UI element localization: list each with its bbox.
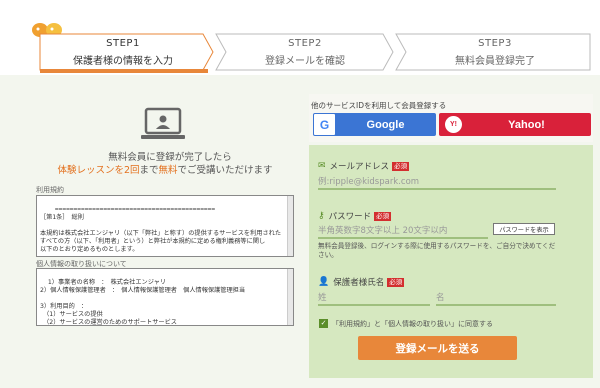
google-login-label: Google: [366, 118, 405, 131]
terms-title: 利用規約: [36, 186, 64, 194]
laptop-icon: [141, 107, 185, 139]
password-placeholder: 半角英数字8文字以上 20文字以内: [318, 226, 448, 236]
yahoo-icon: Y!: [445, 116, 462, 133]
step-1-label: 保護者様の情報を入力: [73, 55, 173, 67]
send-registration-email-button[interactable]: 登録メールを送る: [358, 336, 517, 360]
terms-text: ========================================…: [40, 206, 282, 253]
show-password-button[interactable]: パスワードを表示: [493, 223, 555, 235]
last-name-placeholder: 姓: [318, 293, 327, 303]
first-name-placeholder: 名: [436, 293, 445, 303]
header: STEP1 保護者様の情報を入力 STEP2 登録メールを確認 STEP3 無料…: [0, 0, 600, 75]
key-icon: ⚷: [318, 211, 325, 221]
name-label-text: 保護者様氏名: [333, 278, 385, 288]
intro-line-2: 体験レッスンを2回まで無料でご受講いただけます: [20, 162, 310, 176]
privacy-scrollbar[interactable]: [287, 269, 293, 325]
last-name-input[interactable]: 姓: [318, 288, 430, 306]
step-2-number: STEP2: [288, 37, 322, 49]
step-indicator: STEP1 保護者様の情報を入力 STEP2 登録メールを確認 STEP3 無料…: [38, 33, 598, 73]
step-2: STEP2 登録メールを確認: [220, 33, 390, 71]
person-icon: 👤: [318, 277, 330, 287]
email-label-text: メールアドレス: [329, 162, 390, 172]
step-3-label: 無料会員登録完了: [455, 55, 535, 67]
intro-mid: まで: [139, 165, 159, 176]
terms-scrollbar[interactable]: [287, 196, 293, 256]
google-icon: G: [314, 114, 335, 135]
password-required-badge: 必須: [374, 211, 392, 221]
privacy-textarea[interactable]: 1）事業者の名称 ： 株式会社エンジャリ 2）個人情報保護管理者 ： 個人情報保…: [36, 268, 294, 326]
privacy-text: 1）事業者の名称 ： 株式会社エンジャリ 2）個人情報保護管理者 ： 個人情報保…: [40, 279, 246, 326]
step-3-number: STEP3: [478, 37, 512, 49]
intro-line-1: 無料会員に登録が完了したら: [108, 152, 232, 163]
intro-post: でご受講いただけます: [177, 165, 273, 176]
password-note: 無料会員登録後、ログインする際に使用するパスワードを、ご自分で決めてください。: [318, 242, 556, 259]
terms-textarea[interactable]: ========================================…: [36, 195, 294, 257]
agree-label[interactable]: 「利用規約」と「個人情報の取り扱い」に同意する: [332, 319, 493, 329]
step-3: STEP3 無料会員登録完了: [400, 33, 590, 71]
google-login-button[interactable]: G Google: [313, 113, 436, 136]
service-login-label: 他のサービスIDを利用して会員登録する: [311, 101, 447, 110]
step-1: STEP1 保護者様の情報を入力: [38, 33, 208, 71]
email-input[interactable]: 例:ripple@kidspark.com: [318, 172, 556, 190]
agree-checkbox[interactable]: ✓: [319, 319, 328, 328]
yahoo-login-label: Yahoo!: [508, 118, 545, 131]
yahoo-login-button[interactable]: Y! Yahoo!: [439, 113, 591, 136]
envelope-icon: ✉: [318, 161, 326, 171]
email-required-badge: 必須: [392, 161, 410, 171]
email-placeholder: 例:ripple@kidspark.com: [318, 177, 420, 187]
password-input[interactable]: 半角英数字8文字以上 20文字以内: [318, 221, 488, 239]
intro-highlight-lessons: 体験レッスンを2回: [57, 165, 140, 176]
step-2-label: 登録メールを確認: [265, 55, 345, 67]
registration-page: STEP1 保護者様の情報を入力 STEP2 登録メールを確認 STEP3 無料…: [0, 0, 600, 388]
name-required-badge: 必須: [387, 277, 405, 287]
step-1-number: STEP1: [106, 37, 140, 49]
email-label: ✉ メールアドレス 必須: [318, 160, 410, 172]
intro-highlight-free: 無料: [158, 165, 178, 176]
name-label: 👤 保護者様氏名 必須: [318, 276, 405, 288]
first-name-input[interactable]: 名: [436, 288, 556, 306]
